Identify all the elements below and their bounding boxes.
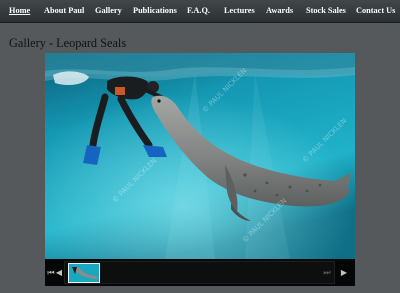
thumbnail-strip — [64, 261, 335, 284]
first-image-button[interactable]: ⏮ — [47, 266, 55, 279]
nav-awards[interactable]: Awards — [266, 5, 293, 17]
nav-home[interactable]: Home — [9, 5, 30, 17]
nav-gallery[interactable]: Gallery — [95, 5, 122, 17]
previous-image-button[interactable]: ◀ — [55, 266, 63, 279]
photo-viewer: © PAUL NICKLEN © PAUL NICKLEN © PAUL NIC… — [45, 53, 355, 286]
nav-contact-us[interactable]: Contact Us — [356, 5, 395, 17]
nav-about-paul[interactable]: About Paul — [44, 5, 84, 17]
thumbnail-bar: ⏮ ◀ ⏭ ▶ — [45, 259, 355, 286]
thumbnail-selected[interactable] — [68, 263, 100, 283]
nav-lectures[interactable]: Lectures — [224, 5, 255, 17]
next-image-button[interactable]: ⏭ — [320, 266, 334, 279]
play-slideshow-button[interactable]: ▶ — [339, 266, 349, 279]
nav-publications[interactable]: Publications — [133, 5, 177, 17]
page-title: Gallery - Leopard Seals — [9, 36, 127, 50]
nav-stock-sales[interactable]: Stock Sales — [306, 5, 346, 17]
main-photo[interactable]: © PAUL NICKLEN © PAUL NICKLEN © PAUL NIC… — [45, 53, 355, 259]
main-nav: Home About Paul Gallery Publications F.A… — [0, 0, 400, 23]
nav-faq[interactable]: F.A.Q. — [187, 5, 210, 17]
